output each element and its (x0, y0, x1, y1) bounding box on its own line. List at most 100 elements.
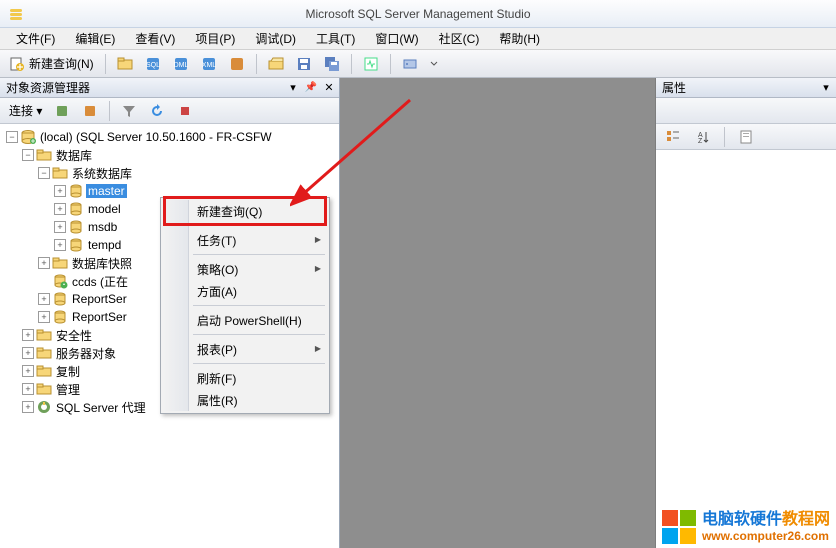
expander-icon[interactable]: + (38, 311, 50, 323)
expander-icon[interactable]: + (22, 329, 34, 341)
cm-separator (193, 254, 325, 255)
expander-icon[interactable]: + (54, 239, 66, 251)
menu-debug[interactable]: 调试(D) (245, 28, 306, 49)
oe-tb-icon-2[interactable] (77, 100, 103, 122)
prop-pages-icon[interactable] (733, 126, 759, 148)
panel-pin-icon[interactable]: 📌 (303, 79, 319, 95)
menu-edit[interactable]: 编辑(E) (65, 28, 125, 49)
expander-icon[interactable]: + (54, 221, 66, 233)
menu-tools[interactable]: 工具(T) (306, 28, 365, 49)
menu-view[interactable]: 查看(V) (125, 28, 185, 49)
tree-msdb-label: msdb (86, 220, 119, 234)
prop-alpha-icon[interactable]: AZ (690, 126, 716, 148)
cm-properties[interactable]: 属性(R) (163, 389, 327, 411)
tb-icon-script2[interactable]: DML (168, 53, 194, 75)
watermark-text-cn: 电脑软硬件教程网 (702, 510, 830, 529)
oe-tb-refresh-icon[interactable] (144, 100, 170, 122)
cm-reports[interactable]: 报表(P) (163, 338, 327, 360)
cm-policies[interactable]: 策略(O) (163, 258, 327, 280)
cm-refresh[interactable]: 刷新(F) (163, 367, 327, 389)
expander-icon[interactable]: + (22, 347, 34, 359)
toolbar-separator (390, 54, 391, 74)
tb-activity-icon[interactable] (358, 53, 384, 75)
expander-icon[interactable]: + (54, 203, 66, 215)
tree-server-node[interactable]: − (local) (SQL Server 10.50.1600 - FR-CS… (2, 128, 337, 146)
database-icon (68, 237, 84, 253)
expander-icon[interactable]: + (38, 293, 50, 305)
tree-sysdb-label: 系统数据库 (70, 165, 134, 182)
database-icon (52, 309, 68, 325)
tb-open-icon[interactable] (263, 53, 289, 75)
cm-powershell[interactable]: 启动 PowerShell(H) (163, 309, 327, 331)
expander-icon[interactable]: + (22, 401, 34, 413)
panel-close-icon[interactable]: ✕ (321, 79, 337, 95)
panel-dropdown-icon[interactable]: ▾ (818, 79, 834, 95)
expander-icon[interactable]: − (22, 149, 34, 161)
oe-tb-stop-icon[interactable] (172, 100, 198, 122)
expander-icon[interactable]: + (38, 257, 50, 269)
object-explorer-toolbar: 连接 ▾ (0, 98, 339, 124)
tb-icon-script3[interactable]: XML (196, 53, 222, 75)
cm-tasks[interactable]: 任务(T) (163, 229, 327, 251)
tb-save-icon[interactable] (291, 53, 317, 75)
tb-icon-folder[interactable] (112, 53, 138, 75)
oe-tb-icon-1[interactable] (49, 100, 75, 122)
database-icon (52, 291, 68, 307)
watermark-logo-icon (662, 510, 696, 544)
tree-server-label: (local) (SQL Server 10.50.1600 - FR-CSFW (38, 130, 274, 144)
title-bar: Microsoft SQL Server Management Studio (0, 0, 836, 28)
connect-button[interactable]: 连接 ▾ (4, 100, 47, 122)
expander-icon[interactable]: + (22, 365, 34, 377)
toolbar-separator (351, 54, 352, 74)
document-area (340, 78, 656, 548)
new-query-button[interactable]: 新建查询(N) (4, 53, 99, 75)
tree-tempdb-label: tempd (86, 238, 123, 252)
toolbar-separator (256, 54, 257, 74)
tb-icon-script4[interactable] (224, 53, 250, 75)
cm-aspects[interactable]: 方面(A) (163, 280, 327, 302)
cm-separator (193, 334, 325, 335)
tb-registered-servers-icon[interactable] (397, 53, 423, 75)
tree-sysdb-node[interactable]: − 系统数据库 (2, 164, 337, 182)
oe-tb-filter-icon[interactable] (116, 100, 142, 122)
menu-help[interactable]: 帮助(H) (489, 28, 550, 49)
svg-text:Z: Z (698, 138, 703, 145)
database-icon (68, 183, 84, 199)
tb-save-all-icon[interactable] (319, 53, 345, 75)
tb-icon-script1[interactable]: SQL (140, 53, 166, 75)
tree-databases-label: 数据库 (54, 147, 94, 164)
watermark-url: www.computer26.com (702, 529, 830, 543)
svg-text:SQL: SQL (146, 62, 160, 69)
expander-icon[interactable]: − (38, 167, 50, 179)
menu-window[interactable]: 窗口(W) (365, 28, 428, 49)
properties-title: 属性 (662, 79, 686, 96)
tree-reportserver1-label: ReportSer (70, 292, 129, 306)
properties-selector[interactable] (656, 98, 836, 124)
cm-separator (193, 305, 325, 306)
cm-separator (193, 225, 325, 226)
menu-file[interactable]: 文件(F) (6, 28, 65, 49)
tree-databases-node[interactable]: − 数据库 (2, 146, 337, 164)
menu-community[interactable]: 社区(C) (429, 28, 490, 49)
menu-project[interactable]: 项目(P) (185, 28, 245, 49)
watermark: 电脑软硬件教程网 www.computer26.com (662, 510, 830, 544)
svg-text:XML: XML (201, 62, 216, 69)
tree-reportserver2-label: ReportSer (70, 310, 129, 324)
expander-icon[interactable]: − (6, 131, 18, 143)
expander-icon[interactable]: + (54, 185, 66, 197)
toolbar-separator (105, 54, 106, 74)
main-toolbar: 新建查询(N) SQL DML XML (0, 50, 836, 78)
database-restoring-icon (52, 273, 68, 289)
panel-dropdown-icon[interactable]: ▾ (285, 79, 301, 95)
prop-categorized-icon[interactable] (660, 126, 686, 148)
tb-dropdown-icon[interactable] (425, 53, 443, 75)
tree-master-label: master (86, 184, 127, 198)
object-explorer-header: 对象资源管理器 ▾ 📌 ✕ (0, 78, 339, 98)
cm-new-query[interactable]: 新建查询(Q) (163, 200, 327, 222)
toolbar-separator (109, 101, 110, 121)
expander-spacer (38, 275, 50, 287)
new-query-label: 新建查询(N) (29, 55, 94, 72)
expander-icon[interactable]: + (22, 383, 34, 395)
folder-icon (36, 363, 52, 379)
properties-header: 属性 ▾ (656, 78, 836, 98)
